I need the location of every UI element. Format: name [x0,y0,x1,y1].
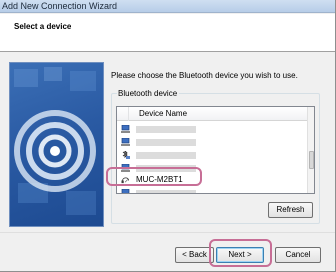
bluetooth-device-icon [122,151,130,159]
instruction-text: Please choose the Bluetooth device you w… [111,71,298,80]
cancel-button[interactable]: Cancel [275,247,321,263]
list-item[interactable] [117,187,307,193]
column-header-row: Device Name [117,107,307,121]
title-bar[interactable]: Add New Connection Wizard [0,0,335,13]
scrollbar-thumb[interactable] [309,151,314,169]
device-name-redacted [136,152,196,159]
column-header-device-name[interactable]: Device Name [139,109,187,118]
list-item[interactable] [117,136,307,149]
list-item[interactable] [117,149,307,162]
column-divider [128,107,129,121]
group-label: Bluetooth device [117,89,180,98]
computer-icon [121,138,130,146]
list-scrollbar[interactable] [307,107,314,193]
computer-icon [121,125,130,133]
refresh-button[interactable]: Refresh [268,202,313,218]
wizard-window: Add New Connection Wizard Select a devic… [0,0,336,272]
window-title: Add New Connection Wizard [2,1,118,11]
page-title: Select a device [14,22,72,31]
device-highlight-callout [106,167,202,186]
device-name-redacted [136,126,196,133]
computer-icon [121,189,130,193]
device-name-redacted [136,139,196,146]
wizard-banner-image [9,62,104,227]
wizard-header: Select a device [0,14,335,52]
device-name-redacted [136,190,196,193]
next-highlight-callout [209,239,272,267]
list-item[interactable] [117,123,307,136]
